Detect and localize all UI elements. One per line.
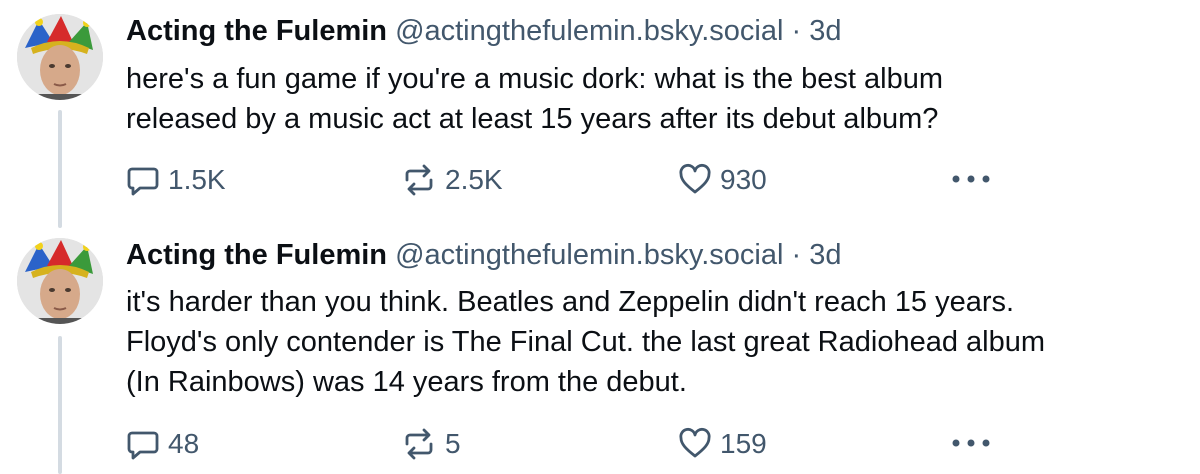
post-text-line: here's a fun game if you're a music dork… <box>126 63 944 95</box>
post-actions: 48 5 159 <box>126 424 1126 464</box>
post-text-line: released by a music act at least 15 year… <box>126 103 939 135</box>
avatar-image <box>17 238 103 324</box>
post-text: it's harder than you think. Beatles and … <box>126 282 1196 402</box>
like-button[interactable]: 159 <box>678 424 767 464</box>
post-text-line: Floyd's only contender is The Final Cut.… <box>126 326 1046 358</box>
heart-icon <box>678 163 712 197</box>
post-time[interactable]: 3d <box>809 15 841 47</box>
author-name[interactable]: Acting the Fulemin <box>126 239 387 271</box>
like-count: 159 <box>720 428 767 459</box>
separator: · <box>791 239 802 271</box>
avatar-image <box>17 14 103 100</box>
post-text-line: it's harder than you think. Beatles and … <box>126 286 1015 318</box>
repost-icon <box>401 163 437 197</box>
post-text: here's a fun game if you're a music dork… <box>126 59 1196 139</box>
reply-count: 48 <box>168 428 200 459</box>
repost-button[interactable]: 2.5K <box>401 160 503 200</box>
post-actions: 1.5K 2.5K 930 <box>126 160 1126 200</box>
separator: · <box>791 15 802 47</box>
author-name[interactable]: Acting the Fulemin <box>126 15 387 47</box>
post[interactable]: Acting the Fulemin @actingthefulemin.bsk… <box>0 230 1200 474</box>
post[interactable]: Acting the Fulemin @actingthefulemin.bsk… <box>0 0 1200 230</box>
post-header: Acting the Fulemin @actingthefulemin.bsk… <box>126 238 841 272</box>
avatar[interactable] <box>17 238 103 324</box>
reply-icon <box>126 163 160 197</box>
post-header: Acting the Fulemin @actingthefulemin.bsk… <box>126 14 841 48</box>
more-options-icon <box>951 171 991 189</box>
repost-button[interactable]: 5 <box>401 424 461 464</box>
author-handle[interactable]: @actingthefulemin.bsky.social <box>395 15 783 47</box>
repost-icon <box>401 427 437 461</box>
reply-count: 1.5K <box>168 164 226 195</box>
like-button[interactable]: 930 <box>678 160 767 200</box>
more-options-icon <box>951 435 991 453</box>
post-time[interactable]: 3d <box>809 239 841 271</box>
repost-count: 5 <box>445 428 461 459</box>
more-options-button[interactable] <box>951 160 991 200</box>
repost-count: 2.5K <box>445 164 503 195</box>
author-handle[interactable]: @actingthefulemin.bsky.social <box>395 239 783 271</box>
reply-icon <box>126 427 160 461</box>
heart-icon <box>678 427 712 461</box>
reply-button[interactable]: 1.5K <box>126 160 226 200</box>
reply-button[interactable]: 48 <box>126 424 199 464</box>
avatar[interactable] <box>17 14 103 100</box>
post-text-line: (In Rainbows) was 14 years from the debu… <box>126 366 687 398</box>
like-count: 930 <box>720 164 767 195</box>
more-options-button[interactable] <box>951 424 991 464</box>
